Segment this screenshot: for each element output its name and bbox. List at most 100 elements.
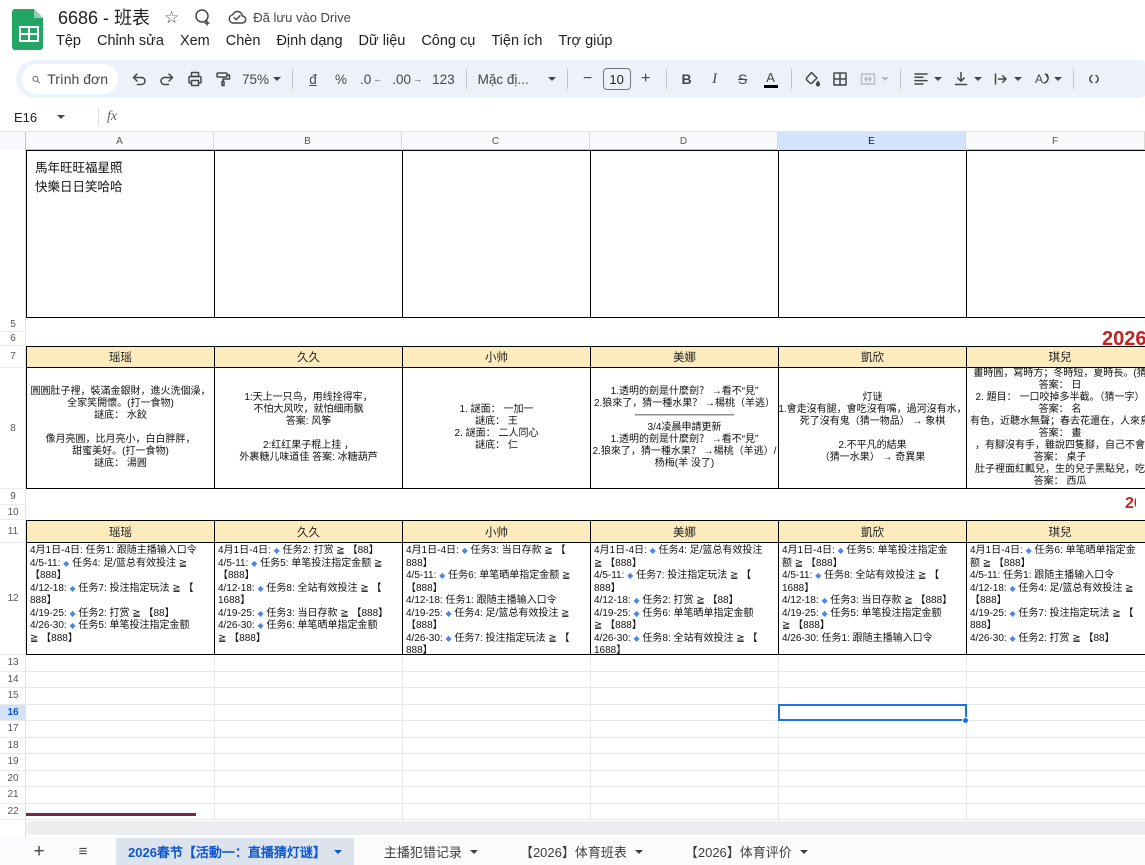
font-select[interactable]: Mặc đị... xyxy=(474,65,560,93)
zoom-select[interactable]: 75% xyxy=(238,65,285,93)
sheet-tab-3[interactable]: 【2026】体育班表 xyxy=(508,838,655,865)
add-sheet-button[interactable]: + xyxy=(24,841,54,863)
add-shortcut-icon[interactable] xyxy=(193,7,213,27)
cell-banner-d[interactable] xyxy=(590,150,779,318)
column-header-b[interactable]: B xyxy=(214,132,402,150)
horizontal-scrollbar[interactable] xyxy=(26,821,1145,835)
menu-extensions[interactable]: Tiện ích xyxy=(483,30,550,52)
column-header-f[interactable]: F xyxy=(966,132,1145,150)
cell-banner-f[interactable] xyxy=(966,150,1145,318)
task-cell-kaixin[interactable]: 4月1日-4日: ◆ 任务5: 单笔投注指定金 额 ≧ 【888】 4/5-11… xyxy=(778,542,967,655)
row-header-20[interactable]: 20 xyxy=(0,771,26,788)
empty-row-20[interactable] xyxy=(26,771,1145,788)
menus-search[interactable]: Trình đơn xyxy=(22,64,118,94)
row-header-6[interactable]: 6 xyxy=(0,332,26,346)
format-percent-button[interactable]: % xyxy=(328,65,354,93)
task-cell-meina[interactable]: 4月1日-4日: ◆ 任务4: 足/篮总有效投注 ≧ 【888】 4/5-11:… xyxy=(590,542,779,655)
increase-decimal-button[interactable]: .00→ xyxy=(388,65,426,93)
row-header-17[interactable]: 17 xyxy=(0,721,26,738)
riddle-cell-kaixin[interactable]: 灯谜 1.會走沒有腿，會吃沒有嘴，過河沒有水， 死了沒有鬼（猜一物品） → 象棋… xyxy=(778,367,967,489)
menu-format[interactable]: Định dạng xyxy=(268,30,350,52)
empty-row-19[interactable] xyxy=(26,754,1145,771)
italic-button[interactable]: I xyxy=(702,65,728,93)
text-wrap-button[interactable] xyxy=(988,65,1026,93)
empty-row-18[interactable] xyxy=(26,738,1145,755)
riddle-header-kaixin[interactable]: 凱欣 xyxy=(778,346,967,368)
undo-button[interactable] xyxy=(126,65,152,93)
task-cell-jiujiu[interactable]: 4月1日-4日: ◆ 任务2: 打赏 ≧ 【88】 4/5-11: ◆ 任务5:… xyxy=(214,542,403,655)
column-header-e[interactable]: E xyxy=(778,132,966,150)
insert-link-button[interactable] xyxy=(1081,65,1107,93)
empty-row-15[interactable] xyxy=(26,688,1145,705)
menu-file[interactable]: Tệp xyxy=(48,30,89,52)
row-header-5[interactable]: 5 xyxy=(0,318,26,332)
row-header-21[interactable]: 21 xyxy=(0,787,26,804)
all-sheets-button[interactable]: ≡ xyxy=(68,843,98,860)
empty-row-13[interactable] xyxy=(26,655,1145,672)
riddle-cell-jiujiu[interactable]: 1:天上一只鸟，用线拴得牢， 不怕大风吹，就怕细雨飘 答案: 风筝 2:红红果子… xyxy=(214,367,403,489)
cell-banner-a[interactable]: 馬年旺旺福星照 快樂日日笑哈哈 xyxy=(26,150,215,318)
text-color-button[interactable]: A xyxy=(758,65,784,93)
row-header-13[interactable]: 13 xyxy=(0,655,26,672)
sheets-logo-icon[interactable] xyxy=(12,7,46,51)
riddle-header-yaoyao[interactable]: 瑶瑶 xyxy=(26,346,215,368)
riddle-header-jiujiu[interactable]: 久久 xyxy=(214,346,403,368)
riddle-header-xiaoshuai[interactable]: 小帅 xyxy=(402,346,591,368)
row-header-10[interactable]: 10 xyxy=(0,505,26,520)
task-header-xiaoshuai[interactable]: 小帅 xyxy=(402,520,591,543)
task-header-yaoyao[interactable]: 瑶瑶 xyxy=(26,520,215,543)
vertical-align-button[interactable] xyxy=(948,65,986,93)
task-header-meina[interactable]: 美娜 xyxy=(590,520,779,543)
column-header-a[interactable]: A xyxy=(26,132,214,150)
fill-color-button[interactable] xyxy=(799,65,825,93)
select-all-corner[interactable] xyxy=(0,132,26,150)
column-header-d[interactable]: D xyxy=(590,132,778,150)
row-header-16[interactable]: 16 xyxy=(0,705,26,722)
format-currency-button[interactable]: đ xyxy=(300,65,326,93)
sheet-tab-active[interactable]: 2026春节【活動一：直播猜灯谜】 xyxy=(116,838,354,865)
cell-banner-c[interactable] xyxy=(402,150,591,318)
bold-button[interactable]: B xyxy=(674,65,700,93)
row-header-7[interactable]: 7 xyxy=(0,346,26,368)
borders-button[interactable] xyxy=(827,65,853,93)
menu-edit[interactable]: Chỉnh sửa xyxy=(89,30,172,52)
decrease-font-size-button[interactable]: − xyxy=(575,65,601,93)
riddle-cell-qier[interactable]: 畫時圓，寫時方；冬時短，夏時長。(猜 答案： 日 2. 題目： 一口咬掉多半截。… xyxy=(966,367,1145,489)
row-header-11[interactable]: 11 xyxy=(0,520,26,543)
menu-view[interactable]: Xem xyxy=(172,30,218,52)
menu-data[interactable]: Dữ liệu xyxy=(351,30,414,52)
sheet-tab-4[interactable]: 【2026】体育评价 xyxy=(673,838,820,865)
empty-row-22[interactable] xyxy=(26,804,1145,821)
menu-help[interactable]: Trợ giúp xyxy=(550,30,620,52)
riddle-cell-meina[interactable]: 1.透明的劍是什麼劍？ →看不“見” 2.狼來了，猜一種水果？ →楊桃（羊逃） … xyxy=(590,367,779,489)
save-status[interactable]: Đã lưu vào Drive xyxy=(227,9,351,25)
cell-banner-e[interactable] xyxy=(778,150,967,318)
decrease-decimal-button[interactable]: .0← xyxy=(356,65,386,93)
column-header-c[interactable]: C xyxy=(402,132,590,150)
row-header-18[interactable]: 18 xyxy=(0,738,26,755)
row-header-15[interactable]: 15 xyxy=(0,688,26,705)
empty-row-17[interactable] xyxy=(26,721,1145,738)
row-header-22[interactable]: 22 xyxy=(0,804,26,821)
selected-cell-e16[interactable] xyxy=(778,704,967,721)
menu-insert[interactable]: Chèn xyxy=(218,30,269,52)
task-cell-yaoyao[interactable]: 4月1日-4日: 任务1: 跟随主播输入口令 4/5-11: ◆ 任务4: 足/… xyxy=(26,542,215,655)
riddle-cell-yaoyao[interactable]: 圓圓肚子裡，裝滿金銀財，進火洗個澡， 全家笑開懷。(打一食物) 謎底： 水餃 像… xyxy=(26,367,215,489)
sheet-tab-2[interactable]: 主播犯错记录 xyxy=(372,838,490,865)
menu-tools[interactable]: Công cụ xyxy=(413,30,483,52)
row-header-8[interactable]: 8 xyxy=(0,368,26,489)
riddle-header-qier[interactable]: 琪兒 xyxy=(966,346,1145,368)
strikethrough-button[interactable]: S xyxy=(730,65,756,93)
task-header-qier[interactable]: 琪兒 xyxy=(966,520,1145,543)
redo-button[interactable] xyxy=(154,65,180,93)
task-cell-qier[interactable]: 4月1日-4日: ◆ 任务6: 单笔晒单指定金 额 ≧ 【888】 4/5-11… xyxy=(966,542,1145,655)
font-size-input[interactable]: 10 xyxy=(603,68,631,90)
paint-format-button[interactable] xyxy=(210,65,236,93)
row-header-12[interactable]: 12 xyxy=(0,543,26,655)
empty-row-14[interactable] xyxy=(26,672,1145,689)
increase-font-size-button[interactable]: + xyxy=(633,65,659,93)
star-icon[interactable]: ☆ xyxy=(164,9,179,26)
document-title[interactable]: 6686 - 班表 xyxy=(58,4,150,30)
horizontal-align-button[interactable] xyxy=(908,65,946,93)
text-rotation-button[interactable]: A xyxy=(1028,65,1066,93)
